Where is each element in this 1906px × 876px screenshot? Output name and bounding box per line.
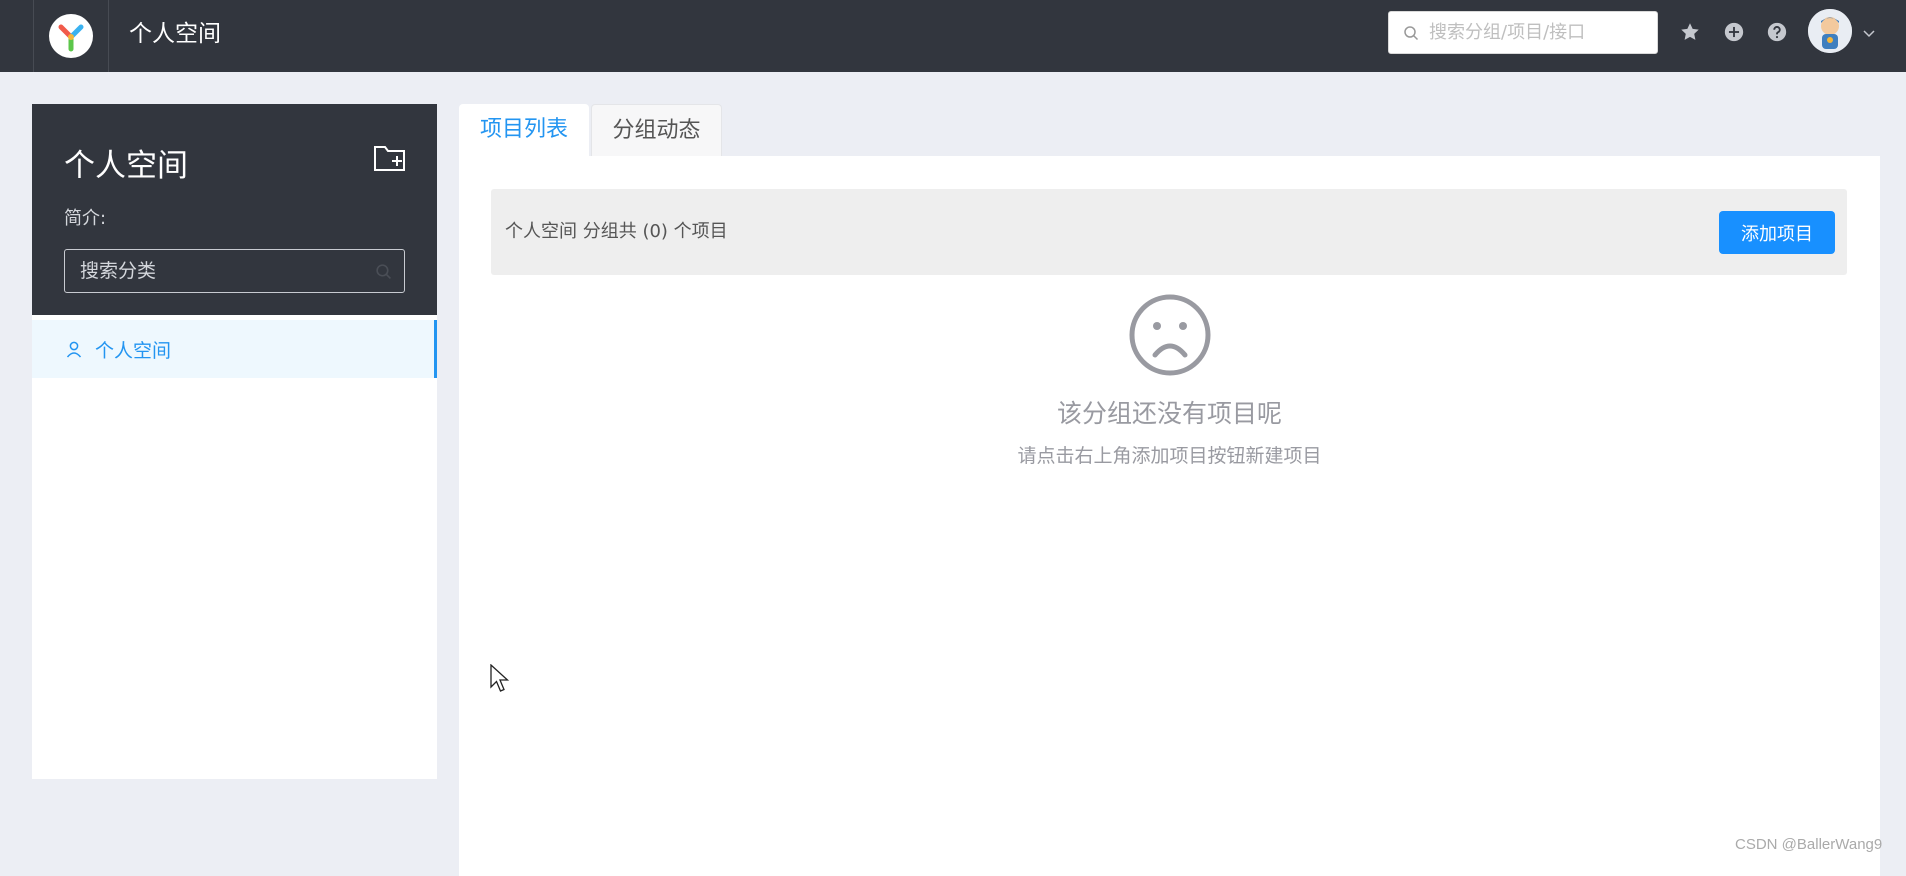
search-icon [376, 264, 391, 279]
watermark: CSDN @BallerWang9 [1735, 836, 1883, 853]
category-search[interactable] [64, 249, 405, 293]
user-icon [66, 341, 82, 358]
star-icon[interactable] [1678, 20, 1702, 44]
global-search[interactable] [1388, 11, 1658, 54]
group-sidebar: 个人空间 简介: 个人空间 [32, 104, 437, 779]
sidebar-header: 个人空间 简介: [32, 104, 437, 315]
sidebar-item-label: 个人空间 [95, 339, 172, 362]
plus-circle-icon[interactable] [1722, 20, 1746, 44]
search-icon [1404, 25, 1419, 40]
empty-description: 请点击右上角添加项目按钮新建项目 [1017, 445, 1322, 467]
category-search-input[interactable] [78, 259, 362, 283]
project-list-panel: 个人空间 分组共 (0) 个项目 添加项目 该分组还没有项目呢 请点击右上角添加… [459, 156, 1880, 876]
frown-icon [1129, 294, 1211, 376]
empty-title: 该分组还没有项目呢 [1056, 399, 1282, 428]
top-navbar: 个人空间 [0, 0, 1906, 72]
add-project-button[interactable]: 添加项目 [1719, 211, 1835, 254]
group-title: 个人空间 [64, 148, 188, 184]
app-title: 个人空间 [129, 21, 221, 47]
tab-group-activity[interactable]: 分组动态 [591, 104, 722, 156]
chevron-down-icon[interactable] [1862, 26, 1876, 40]
project-count-text: 个人空间 分组共 (0) 个项目 [505, 221, 728, 242]
logo-cell[interactable] [33, 0, 109, 72]
project-count-bar: 个人空间 分组共 (0) 个项目 添加项目 [491, 189, 1847, 275]
user-avatar[interactable] [1808, 9, 1852, 53]
group-desc-label: 简介: [64, 208, 107, 229]
tab-project-list[interactable]: 项目列表 [459, 104, 589, 156]
question-circle-icon[interactable] [1765, 20, 1789, 44]
yapi-logo-icon[interactable] [49, 14, 93, 58]
global-search-input[interactable] [1427, 21, 1651, 44]
folder-add-icon[interactable] [373, 143, 407, 173]
sidebar-item-personal-space[interactable]: 个人空间 [32, 320, 437, 378]
mouse-cursor-icon [490, 664, 510, 692]
